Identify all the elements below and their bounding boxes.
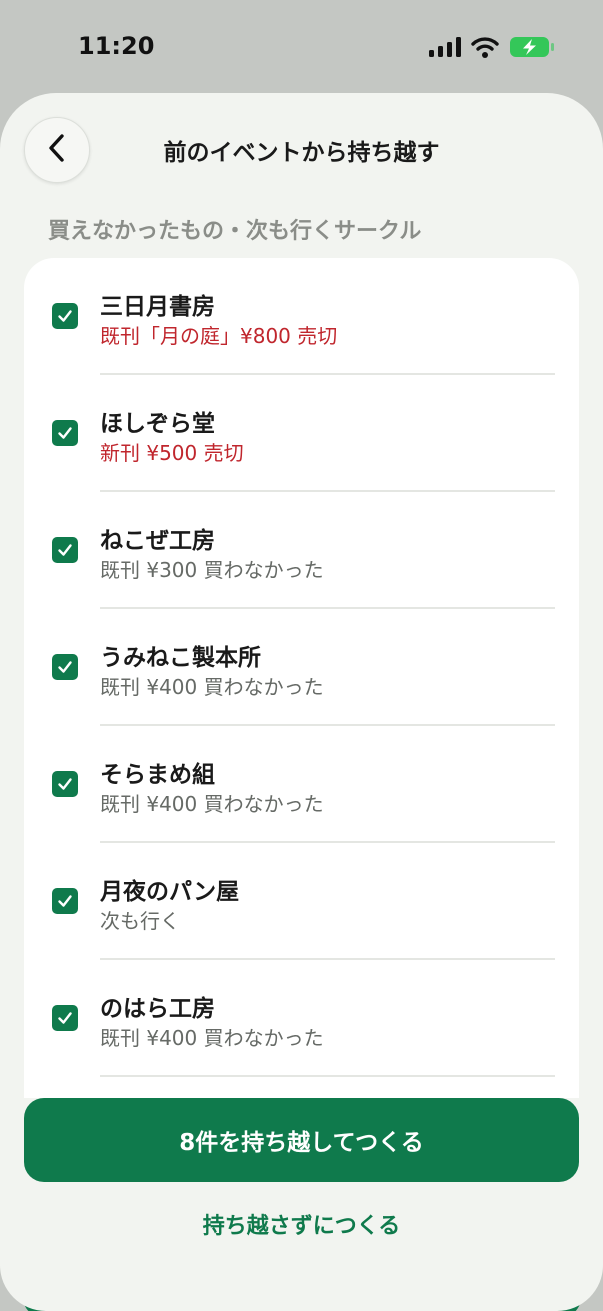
checkbox-checked[interactable] — [52, 303, 78, 329]
list-item[interactable]: 三日月書房 既刊「月の庭」¥800 売切 — [24, 258, 579, 375]
checkbox-checked[interactable] — [52, 888, 78, 914]
circle-name: のはら工房 — [100, 996, 215, 1022]
item-status: 新刊 ¥500 売切 — [100, 441, 244, 465]
circle-name: ほしぞら堂 — [100, 411, 215, 437]
item-status: 既刊「月の庭」¥800 売切 — [100, 324, 338, 348]
circle-name: ねこぜ工房 — [100, 528, 215, 554]
carry-over-sheet: 前のイベントから持ち越す 買えなかったもの・次も行くサークル 三日月書房 既刊「… — [0, 93, 603, 1311]
list-item[interactable]: ほしぞら堂 新刊 ¥500 売切 — [24, 375, 579, 492]
checkbox-checked[interactable] — [52, 420, 78, 446]
create-without-carry-over-button[interactable]: 持ち越さずにつくる — [0, 1208, 603, 1240]
divider — [100, 1075, 555, 1077]
item-status: 既刊 ¥300 買わなかった — [100, 558, 324, 582]
status-time: 11:20 — [78, 32, 155, 60]
status-bar: 11:20 — [0, 0, 603, 95]
carry-over-create-button[interactable]: 8件を持ち越してつくる — [24, 1098, 579, 1182]
section-label: 買えなかったもの・次も行くサークル — [48, 219, 422, 244]
list-item[interactable]: 月夜のパン屋 次も行く — [24, 843, 579, 960]
item-status: 既刊 ¥400 買わなかった — [100, 1026, 324, 1050]
list-item[interactable]: のはら工房 既刊 ¥400 買わなかった — [24, 960, 579, 1077]
checkbox-checked[interactable] — [52, 1005, 78, 1031]
checkbox-checked[interactable] — [52, 771, 78, 797]
checkbox-checked[interactable] — [52, 537, 78, 563]
carry-over-list: 三日月書房 既刊「月の庭」¥800 売切 ほしぞら堂 新刊 ¥500 売切 ねこ… — [24, 258, 579, 1098]
circle-name: 月夜のパン屋 — [100, 879, 240, 905]
list-item[interactable]: ねこぜ工房 既刊 ¥300 買わなかった — [24, 492, 579, 609]
status-icons — [429, 36, 555, 62]
page-title: 前のイベントから持ち越す — [163, 140, 440, 166]
battery-charging-icon — [509, 36, 555, 62]
item-status: 既刊 ¥400 買わなかった — [100, 675, 324, 699]
circle-name: 三日月書房 — [100, 294, 215, 320]
list-item[interactable]: そらまめ組 既刊 ¥400 買わなかった — [24, 726, 579, 843]
circle-name: うみねこ製本所 — [100, 645, 261, 671]
wifi-icon — [471, 36, 499, 62]
item-status: 次も行く — [100, 909, 180, 933]
item-status: 既刊 ¥400 買わなかった — [100, 792, 324, 816]
signal-icon — [429, 37, 461, 61]
checkbox-checked[interactable] — [52, 654, 78, 680]
circle-name: そらまめ組 — [100, 762, 215, 788]
list-item[interactable]: うみねこ製本所 既刊 ¥400 買わなかった — [24, 609, 579, 726]
